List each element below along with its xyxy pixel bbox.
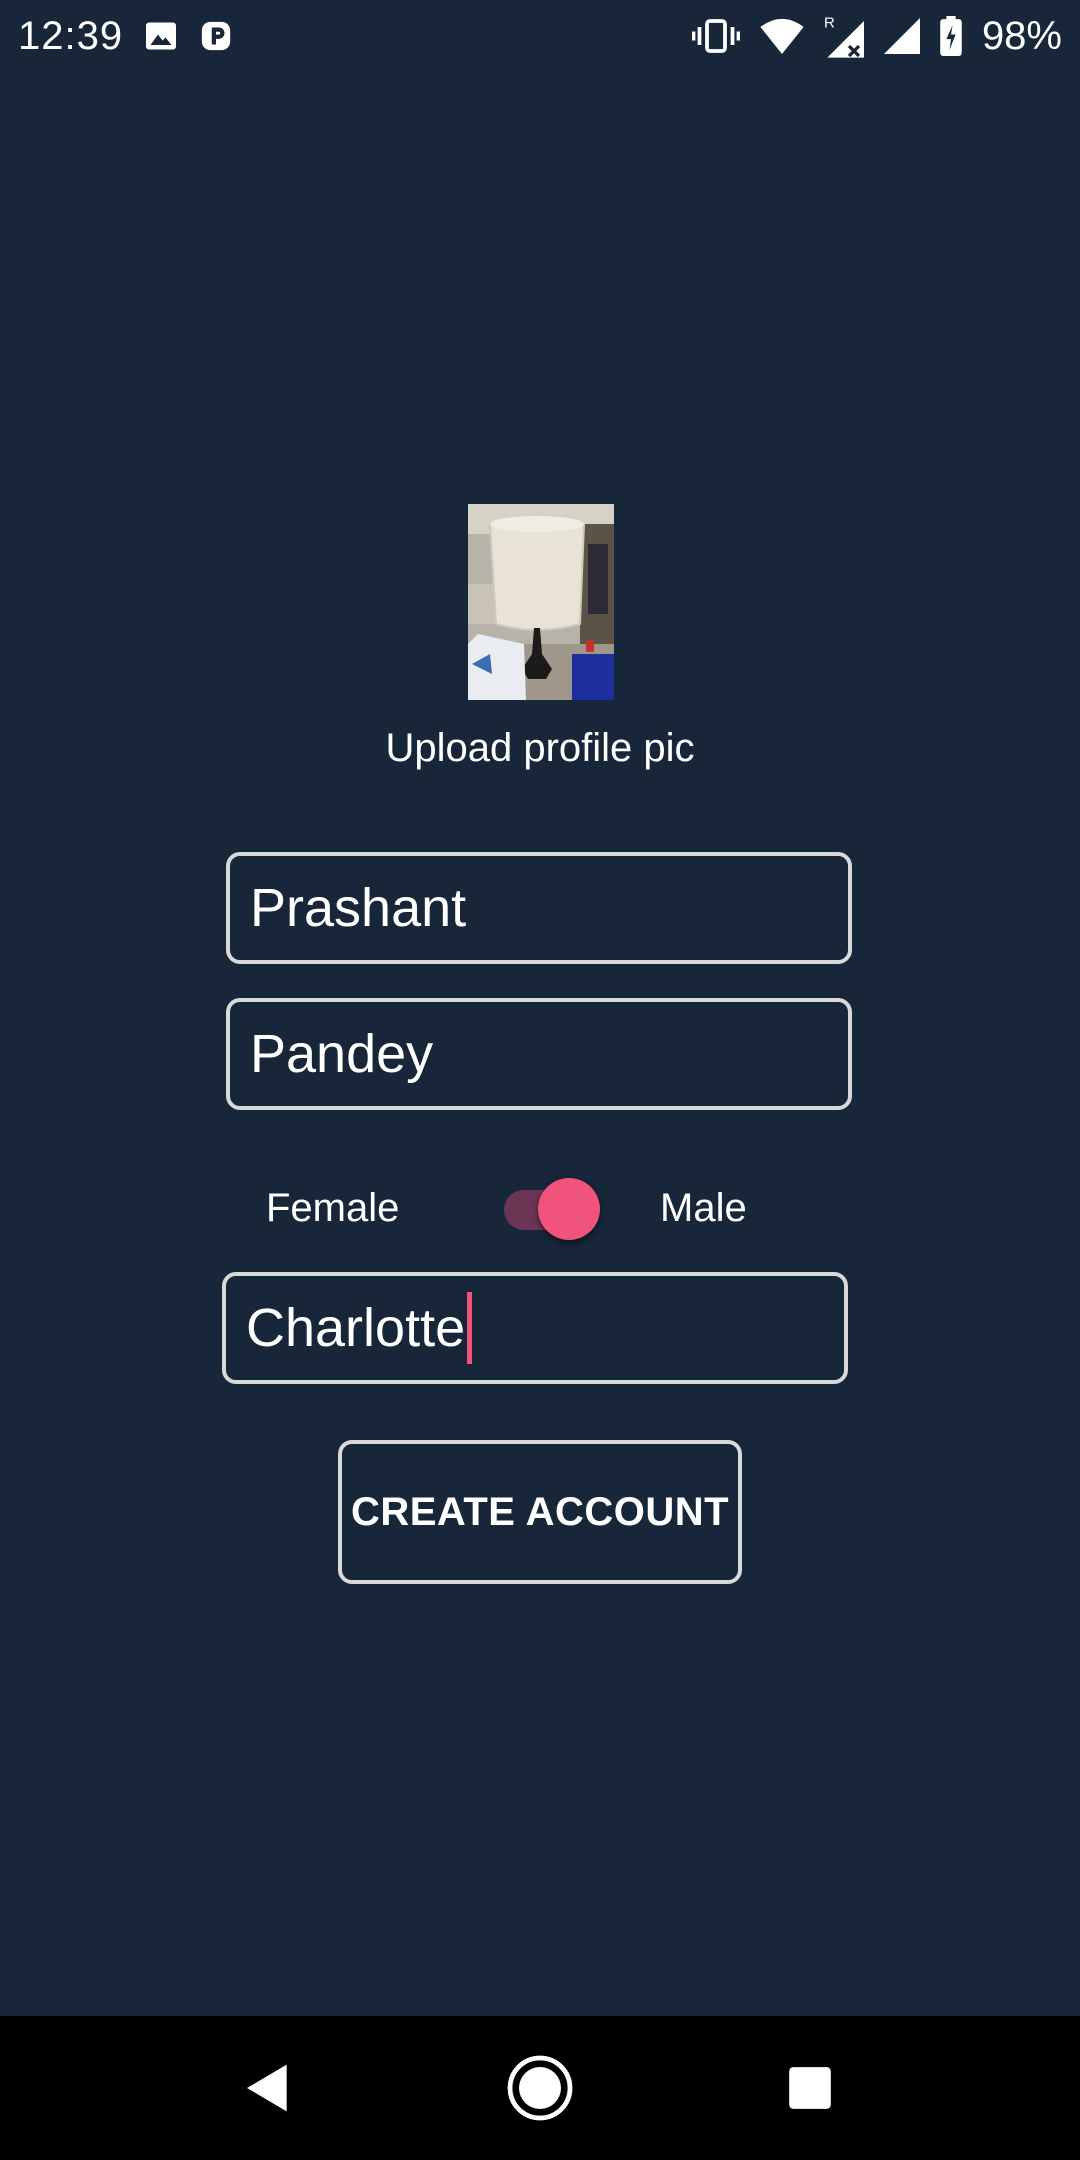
signal-roaming-icon: R — [824, 14, 864, 58]
first-name-field[interactable]: Prashant — [226, 852, 852, 964]
upload-profile-pic-label[interactable]: Upload profile pic — [0, 726, 1080, 771]
profile-photo-image — [468, 504, 614, 700]
text-cursor — [467, 1292, 473, 1364]
home-icon — [507, 2055, 573, 2121]
gender-toggle-row: Female Male — [0, 1170, 1080, 1250]
status-time: 12:39 — [18, 13, 124, 58]
recents-icon — [789, 2067, 831, 2109]
female-label: Female — [266, 1186, 400, 1230]
recents-button[interactable] — [774, 2052, 846, 2124]
male-label: Male — [660, 1186, 747, 1230]
image-icon — [143, 18, 179, 54]
city-field[interactable]: Charlotte — [222, 1272, 848, 1384]
last-name-value: Pandey — [250, 1024, 434, 1084]
back-button[interactable] — [232, 2052, 304, 2124]
status-bar: 12:39 R 98% — [0, 0, 1080, 72]
parking-icon — [199, 18, 233, 54]
gender-switch-thumb[interactable] — [538, 1178, 600, 1240]
signal-icon — [883, 18, 920, 54]
status-right: R 98% — [691, 13, 1062, 59]
wifi-icon — [760, 18, 804, 54]
status-left: 12:39 — [18, 14, 233, 59]
navigation-bar — [0, 2016, 1080, 2160]
home-button[interactable] — [504, 2052, 576, 2124]
battery-charging-icon — [940, 16, 962, 56]
back-icon — [247, 2064, 287, 2112]
last-name-field[interactable]: Pandey — [226, 998, 852, 1110]
battery-percent: 98% — [981, 13, 1062, 58]
svg-text:R: R — [824, 15, 835, 32]
profile-picture[interactable] — [468, 504, 614, 700]
first-name-value: Prashant — [250, 878, 467, 938]
create-account-button[interactable]: CREATE ACCOUNT — [338, 1440, 742, 1584]
vibrate-icon — [691, 18, 740, 54]
city-value: Charlotte — [246, 1298, 466, 1358]
